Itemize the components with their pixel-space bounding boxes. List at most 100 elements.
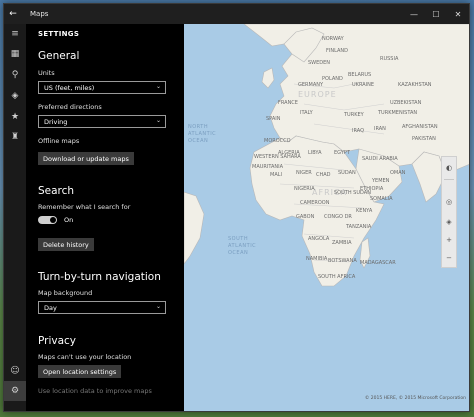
country-label: TANZANIA <box>346 224 372 230</box>
location-status-label: Maps can't use your location <box>38 353 132 361</box>
map-icon[interactable]: ▦ <box>4 44 26 64</box>
country-label: ANGOLA <box>308 236 330 242</box>
settings-header: SETTINGS <box>38 30 80 38</box>
directions-select[interactable]: Driving ⌄ <box>38 115 166 128</box>
country-label: SWEDEN <box>308 60 331 66</box>
maximize-button[interactable]: ☐ <box>425 4 447 24</box>
toggle-knob <box>50 217 56 223</box>
country-label: LIBYA <box>308 150 322 156</box>
ocean-label-south-atlantic: SOUTH ATLANTIC OCEAN <box>228 236 257 256</box>
country-label: GERMANY <box>298 82 324 88</box>
zoom-out-icon[interactable]: − <box>442 249 456 267</box>
country-label: BOTSWANA <box>328 258 357 264</box>
chevron-down-icon: ⌄ <box>155 83 161 90</box>
settings-icon[interactable]: ⚙ <box>4 381 26 401</box>
favorites-icon[interactable]: ★ <box>4 107 26 127</box>
country-label: SOUTH AFRICA <box>318 274 356 280</box>
map-layers-icon[interactable]: ◈ <box>442 213 456 231</box>
remember-search-toggle[interactable] <box>38 216 57 224</box>
country-label: CHAD <box>316 172 331 178</box>
close-button[interactable]: ✕ <box>447 4 469 24</box>
country-label: WESTERN SAHARA <box>254 154 301 160</box>
country-label: NORWAY <box>322 36 344 42</box>
country-label: MADAGASCAR <box>360 260 396 266</box>
use-location-label: Use location data to improve maps <box>38 387 152 395</box>
country-label: UKRAINE <box>352 82 375 88</box>
ocean-label-north-atlantic: NORTH ATLANTIC OCEAN <box>188 124 217 144</box>
open-location-settings-button[interactable]: Open location settings <box>38 365 122 378</box>
navigation-heading: Turn-by-turn navigation <box>38 271 161 283</box>
zoom-in-icon[interactable]: + <box>442 231 456 249</box>
country-label: POLAND <box>322 76 343 82</box>
country-label: BELARUS <box>348 72 372 78</box>
window-title: Maps <box>30 10 49 18</box>
units-value: US (feet, miles) <box>44 83 95 92</box>
country-label: IRAQ <box>352 128 365 134</box>
hamburger-menu-icon[interactable]: ≡ <box>4 24 26 44</box>
country-label: NIGERIA <box>294 186 315 192</box>
country-label: RUSSIA <box>380 56 399 62</box>
map-background-value: Day <box>44 303 57 312</box>
directions-value: Driving <box>44 117 68 126</box>
country-label: KAZAKHSTAN <box>398 82 432 88</box>
location-icon[interactable]: ◎ <box>442 193 456 211</box>
country-label: FRANCE <box>278 100 298 106</box>
navigation-rail: ≡ ▦ ⚲ ◈ ★ ♜ ☺ ⚙ <box>4 24 26 411</box>
back-button[interactable]: ← <box>4 4 22 24</box>
country-label: NAMIBIA <box>306 256 328 262</box>
country-label: ITALY <box>300 110 313 116</box>
country-label: SOMALIA <box>370 196 393 202</box>
directions-icon[interactable]: ◈ <box>4 86 26 106</box>
country-label: OMAN <box>390 170 406 176</box>
general-heading: General <box>38 50 80 62</box>
country-label: MALI <box>270 172 282 178</box>
3d-cities-icon[interactable]: ♜ <box>4 127 26 147</box>
country-label: TURKMENISTAN <box>378 110 418 116</box>
units-select[interactable]: US (feet, miles) ⌄ <box>38 81 166 94</box>
country-label: EGYPT <box>334 150 350 156</box>
country-label: SAUDI ARABIA <box>362 156 398 162</box>
country-label: ZAMBIA <box>332 240 352 246</box>
divider <box>444 179 454 180</box>
country-label: CAMEROON <box>300 200 330 206</box>
map-background-select[interactable]: Day ⌄ <box>38 301 166 314</box>
map-controls: ◐ ◎ ◈ + − <box>441 156 457 268</box>
country-label: IRAN <box>374 126 386 132</box>
country-label: FINLAND <box>326 48 349 54</box>
country-label: SPAIN <box>266 116 281 122</box>
country-label: SUDAN <box>338 170 356 176</box>
continent-label-europe: EUROPE <box>298 90 337 99</box>
minimize-button[interactable]: — <box>403 4 425 24</box>
chevron-down-icon: ⌄ <box>155 117 161 124</box>
map-view[interactable]: EUROPE AFRICA NORTH ATLANTIC OCEAN SOUTH… <box>184 24 469 411</box>
map-background-label: Map background <box>38 289 93 297</box>
country-label: SOUTH SUDAN <box>334 190 371 196</box>
toggle-state-label: On <box>64 216 74 224</box>
country-label: GABON <box>296 214 315 220</box>
country-label: YEMEN <box>372 178 390 184</box>
country-label: MOROCCO <box>264 138 291 144</box>
offline-maps-label: Offline maps <box>38 137 80 145</box>
account-icon[interactable]: ☺ <box>4 361 26 381</box>
title-bar: ← Maps — ☐ ✕ <box>4 4 469 24</box>
country-label: NIGER <box>296 170 312 176</box>
delete-history-button[interactable]: Delete history <box>38 238 94 251</box>
country-label: KENYA <box>356 208 373 214</box>
settings-panel: SETTINGS General Units US (feet, miles) … <box>26 24 184 411</box>
country-label: PAKISTAN <box>412 136 436 142</box>
maps-window: ← Maps — ☐ ✕ ≡ ▦ ⚲ ◈ ★ ♜ ☺ ⚙ SETTINGS Ge… <box>3 3 470 412</box>
directions-label: Preferred directions <box>38 103 102 111</box>
country-label: AFGHANISTAN <box>402 124 438 130</box>
rotate-icon[interactable]: ◐ <box>442 159 456 177</box>
search-icon[interactable]: ⚲ <box>4 65 26 85</box>
privacy-heading: Privacy <box>38 335 77 347</box>
chevron-down-icon: ⌄ <box>155 303 161 310</box>
country-label: MAURITANIA <box>252 164 284 170</box>
search-heading: Search <box>38 185 75 197</box>
units-label: Units <box>38 69 55 77</box>
remember-search-label: Remember what I search for <box>38 203 131 211</box>
map-copyright: © 2015 HERE, © 2015 Microsoft Corporatio… <box>364 396 466 401</box>
country-label: TURKEY <box>344 112 364 118</box>
country-label: CONGO DR <box>324 214 352 220</box>
download-maps-button[interactable]: Download or update maps <box>38 152 134 165</box>
